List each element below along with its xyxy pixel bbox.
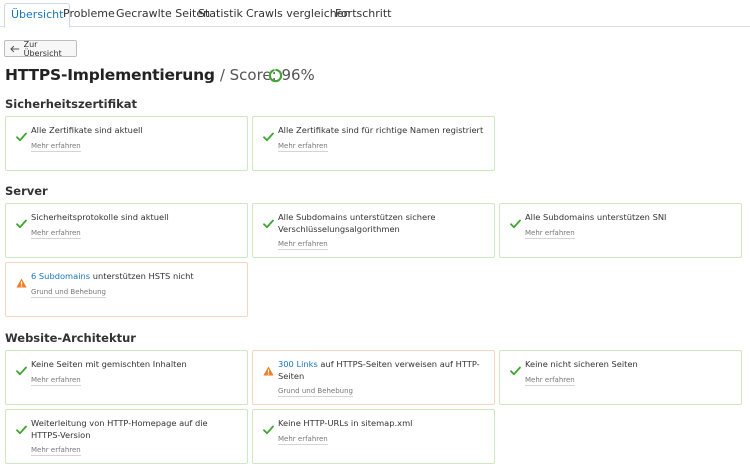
checkmark-icon bbox=[263, 214, 274, 229]
check-card: Keine HTTP-URLs in sitemap.xml Mehr erfah… bbox=[252, 409, 495, 464]
check-card: Alle Subdomains unterstützen SNI Mehr erf… bbox=[499, 203, 742, 258]
check-card-text: Keine HTTP-URLs in sitemap.xml bbox=[278, 418, 486, 430]
check-card-label: Weiterleitung von HTTP-Homepage auf die … bbox=[31, 418, 208, 440]
checkmark-icon bbox=[16, 214, 27, 229]
learn-more-link[interactable]: Mehr erfahren bbox=[31, 446, 81, 456]
checkmark-icon bbox=[16, 420, 27, 435]
check-card-label: Sicherheitsprotokolle sind aktuell bbox=[31, 212, 169, 222]
check-card-text: Alle Subdomains unterstützen SNI bbox=[525, 212, 733, 224]
checkmark-icon bbox=[263, 127, 274, 142]
tab-bar: Übersicht Probleme Gecrawlte Seiten Stat… bbox=[0, 0, 750, 28]
check-card-text: Sicherheitsprotokolle sind aktuell bbox=[31, 212, 239, 224]
reason-and-fix-link[interactable]: Grund und Behebung bbox=[278, 387, 353, 397]
learn-more-link[interactable]: Mehr erfahren bbox=[278, 142, 328, 152]
score-ring-icon bbox=[268, 68, 283, 83]
check-card: Sicherheitsprotokolle sind aktuell Mehr e… bbox=[5, 203, 248, 258]
checkmark-icon bbox=[263, 420, 274, 435]
warning-icon bbox=[16, 273, 27, 288]
checkmark-icon bbox=[16, 361, 27, 376]
learn-more-link[interactable]: Mehr erfahren bbox=[31, 142, 81, 152]
page-title-text: HTTPS-Implementierung bbox=[5, 66, 215, 84]
check-card: 300 Links auf HTTPS-Seiten verweisen auf… bbox=[252, 350, 495, 405]
checkmark-icon bbox=[510, 214, 521, 229]
learn-more-link[interactable]: Mehr erfahren bbox=[278, 240, 328, 250]
arrow-left-icon bbox=[10, 45, 20, 52]
check-card: Weiterleitung von HTTP-Homepage auf die … bbox=[5, 409, 248, 464]
check-card: Keine nicht sicheren Seiten Mehr erfahren bbox=[499, 350, 742, 405]
check-card: Alle Zertifikate sind für richtige Namen… bbox=[252, 116, 495, 171]
learn-more-link[interactable]: Mehr erfahren bbox=[525, 376, 575, 386]
check-card-label: Keine Seiten mit gemischten Inhalten bbox=[31, 359, 187, 369]
learn-more-link[interactable]: Mehr erfahren bbox=[31, 229, 81, 239]
learn-more-link[interactable]: Mehr erfahren bbox=[31, 376, 81, 386]
section-title-server: Server bbox=[5, 184, 48, 198]
check-card-label: Alle Subdomains unterstützen SNI bbox=[525, 212, 667, 222]
reason-and-fix-link[interactable]: Grund und Behebung bbox=[31, 288, 106, 298]
learn-more-link[interactable]: Mehr erfahren bbox=[278, 435, 328, 445]
check-card-text: Weiterleitung von HTTP-Homepage auf die … bbox=[31, 418, 239, 441]
back-button-label: Zur Übersicht bbox=[23, 39, 62, 58]
section-title-certificate: Sicherheitszertifikat bbox=[5, 97, 138, 111]
checkmark-icon bbox=[510, 361, 521, 376]
section-title-architecture: Website-Architektur bbox=[5, 331, 136, 345]
check-card-text: 6 Subdomains unterstützen HSTS nicht bbox=[31, 271, 239, 283]
check-card-text: Alle Zertifikate sind aktuell bbox=[31, 125, 239, 137]
check-card: Alle Subdomains unterstützen sichere Ver… bbox=[252, 203, 495, 258]
check-card-label: Keine HTTP-URLs in sitemap.xml bbox=[278, 418, 413, 428]
check-card-text: Keine nicht sicheren Seiten bbox=[525, 359, 733, 371]
check-card-text: Alle Subdomains unterstützen sichere Ver… bbox=[278, 212, 486, 235]
check-card-label: Alle Subdomains unterstützen sichere Ver… bbox=[278, 212, 436, 234]
check-card-text: Keine Seiten mit gemischten Inhalten bbox=[31, 359, 239, 371]
tab-progress[interactable]: Fortschritt bbox=[329, 3, 397, 27]
check-card-text: Alle Zertifikate sind für richtige Namen… bbox=[278, 125, 486, 137]
check-card-text: 300 Links auf HTTPS-Seiten verweisen auf… bbox=[278, 359, 486, 382]
check-card: Keine Seiten mit gemischten Inhalten Mehr… bbox=[5, 350, 248, 405]
issue-count-link[interactable]: 6 Subdomains bbox=[31, 271, 90, 281]
issue-count-link[interactable]: 300 Links bbox=[278, 359, 318, 369]
learn-more-link[interactable]: Mehr erfahren bbox=[525, 229, 575, 239]
back-to-overview-button[interactable]: Zur Übersicht bbox=[4, 39, 77, 58]
check-card-label: Alle Zertifikate sind aktuell bbox=[31, 125, 143, 135]
check-card: Alle Zertifikate sind aktuell Mehr erfahr… bbox=[5, 116, 248, 171]
check-card-label: Keine nicht sicheren Seiten bbox=[525, 359, 638, 369]
warning-icon bbox=[263, 361, 274, 376]
checkmark-icon bbox=[16, 127, 27, 142]
check-card-label: Alle Zertifikate sind für richtige Namen… bbox=[278, 125, 484, 135]
check-card: 6 Subdomains unterstützen HSTS nicht Grun… bbox=[5, 262, 248, 317]
check-card-label: unterstützen HSTS nicht bbox=[90, 271, 194, 281]
